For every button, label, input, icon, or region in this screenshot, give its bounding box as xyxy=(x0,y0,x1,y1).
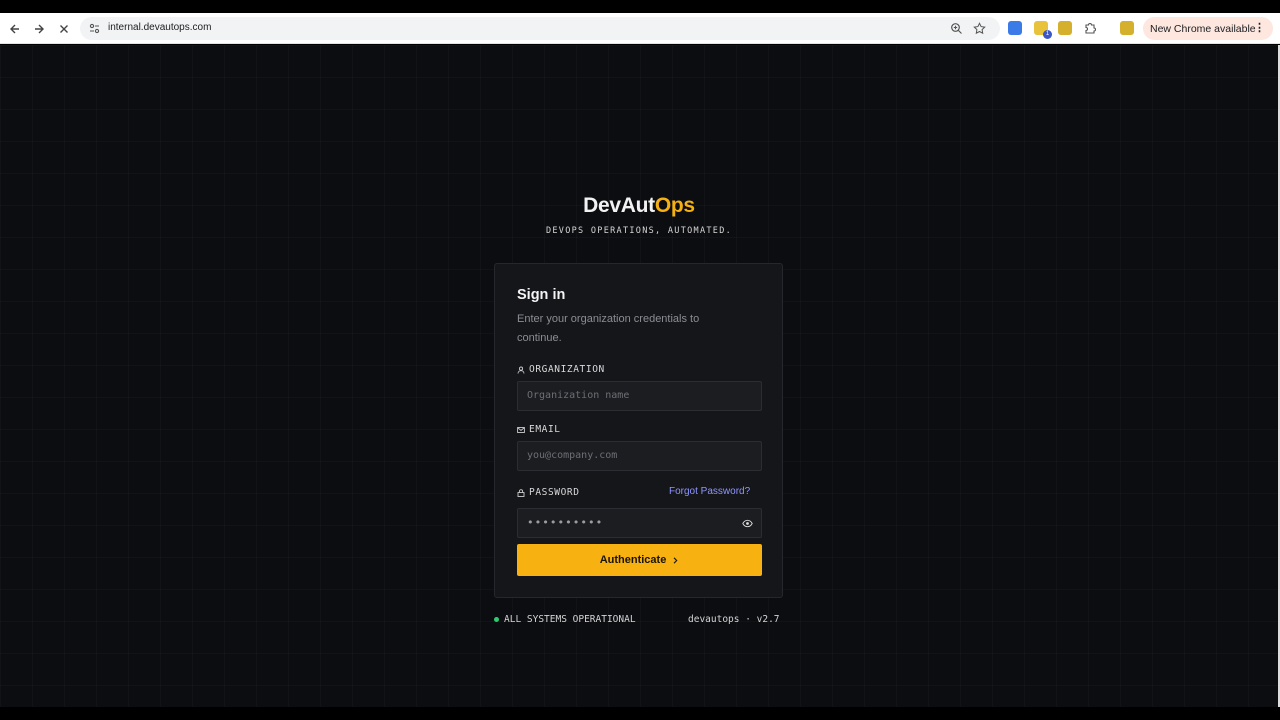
signin-card: Sign in Enter your organization credenti… xyxy=(494,263,783,598)
forward-button[interactable] xyxy=(29,19,49,39)
extension-yellow-icon[interactable] xyxy=(1058,21,1072,35)
extension-badge-count: 1 xyxy=(1043,30,1052,39)
authenticate-label: Authenticate xyxy=(599,554,667,566)
system-status: ALL SYSTEMS OPERATIONAL xyxy=(494,614,636,625)
window-top-strip xyxy=(0,0,1280,13)
address-bar[interactable]: internal.devautops.com xyxy=(80,17,1000,40)
signin-subtitle: Enter your organization credentials to c… xyxy=(517,313,700,344)
stop-loading-button[interactable] xyxy=(54,19,74,39)
password-label-text: PASSWORD xyxy=(529,487,580,498)
status-dot-icon xyxy=(494,617,499,622)
organization-input[interactable]: Organization name xyxy=(517,381,762,411)
back-button[interactable] xyxy=(5,19,25,39)
eye-icon[interactable] xyxy=(742,518,753,529)
password-label: PASSWORD xyxy=(517,487,580,498)
signin-title: Sign in xyxy=(517,287,566,303)
arrow-right-icon xyxy=(35,24,44,34)
app-version: devautops · v2.7 xyxy=(688,614,780,625)
window-bottom-strip xyxy=(0,707,1280,720)
email-label: EMAIL xyxy=(517,424,561,435)
more-vertical-icon[interactable]: ⋮ xyxy=(1254,21,1265,34)
bookmark-star-icon[interactable] xyxy=(973,22,986,35)
url-text[interactable]: internal.devautops.com xyxy=(108,22,211,33)
arrow-left-icon xyxy=(10,24,19,34)
brand-name-accent: Ops xyxy=(654,194,695,217)
password-value: •••••••••• xyxy=(527,516,604,529)
mail-icon xyxy=(517,426,525,433)
system-status-text: ALL SYSTEMS OPERATIONAL xyxy=(504,614,636,625)
organization-label: ORGANIZATION xyxy=(517,364,605,375)
brand-tagline: DEVOPS OPERATIONS, AUTOMATED. xyxy=(545,226,733,236)
chrome-update-button[interactable]: New Chrome available ⋮ xyxy=(1143,17,1273,40)
site-settings-icon[interactable] xyxy=(88,22,101,35)
organization-label-text: ORGANIZATION xyxy=(529,364,605,375)
authenticate-button[interactable]: Authenticate xyxy=(517,544,762,576)
extension-blue-icon[interactable] xyxy=(1008,21,1022,35)
chevron-right-icon xyxy=(673,556,678,564)
email-label-text: EMAIL xyxy=(529,424,561,435)
profile-avatar-icon[interactable] xyxy=(1120,21,1134,35)
email-input[interactable]: you@company.com xyxy=(517,441,762,471)
browser-toolbar: internal.devautops.com 1 New Chrome avai… xyxy=(0,13,1280,44)
close-icon xyxy=(60,25,68,33)
extension-badge-icon[interactable]: 1 xyxy=(1034,21,1052,39)
zoom-icon[interactable] xyxy=(950,22,963,35)
brand-name-main: DevAut xyxy=(583,194,655,217)
chrome-update-label: New Chrome available xyxy=(1150,22,1256,35)
user-icon xyxy=(517,366,525,374)
forgot-password-link[interactable]: Forgot Password? xyxy=(669,486,750,497)
lock-icon xyxy=(517,488,525,497)
password-input[interactable]: •••••••••• xyxy=(517,508,762,538)
login-page: DevAutOps DEVOPS OPERATIONS, AUTOMATED. … xyxy=(0,45,1278,707)
brand-logo: DevAutOps xyxy=(0,194,1278,218)
puzzle-extensions-icon[interactable] xyxy=(1083,21,1097,35)
